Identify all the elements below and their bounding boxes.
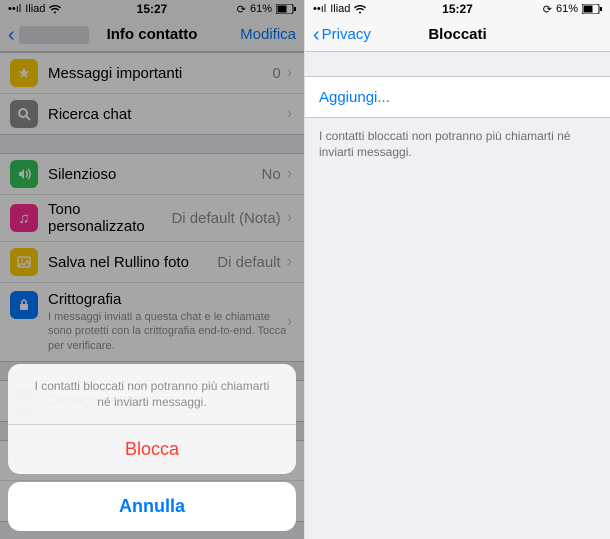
cancel-button[interactable]: Annulla (8, 482, 296, 531)
block-button[interactable]: Blocca (8, 425, 296, 474)
row-label: Aggiungi... (319, 89, 598, 106)
status-bar: ••ıl Iliad 15:27 ⟳ 61% (305, 0, 610, 18)
action-sheet: I contatti bloccati non potranno più chi… (8, 364, 296, 531)
page-title: Bloccati (305, 26, 610, 43)
contact-info-screen: ••ıl Iliad 15:27 ⟳ 61% ‹ Info contatto (0, 0, 305, 539)
clock: 15:27 (305, 2, 610, 16)
footer-note: I contatti bloccati non potranno più chi… (305, 118, 610, 160)
nav-bar: ‹ Privacy Bloccati (305, 18, 610, 52)
sheet-message: I contatti bloccati non potranno più chi… (8, 364, 296, 425)
add-contact-button[interactable]: Aggiungi... (305, 77, 610, 117)
blocked-list-screen: ••ıl Iliad 15:27 ⟳ 61% ‹ Privacy Bloccat… (305, 0, 610, 539)
